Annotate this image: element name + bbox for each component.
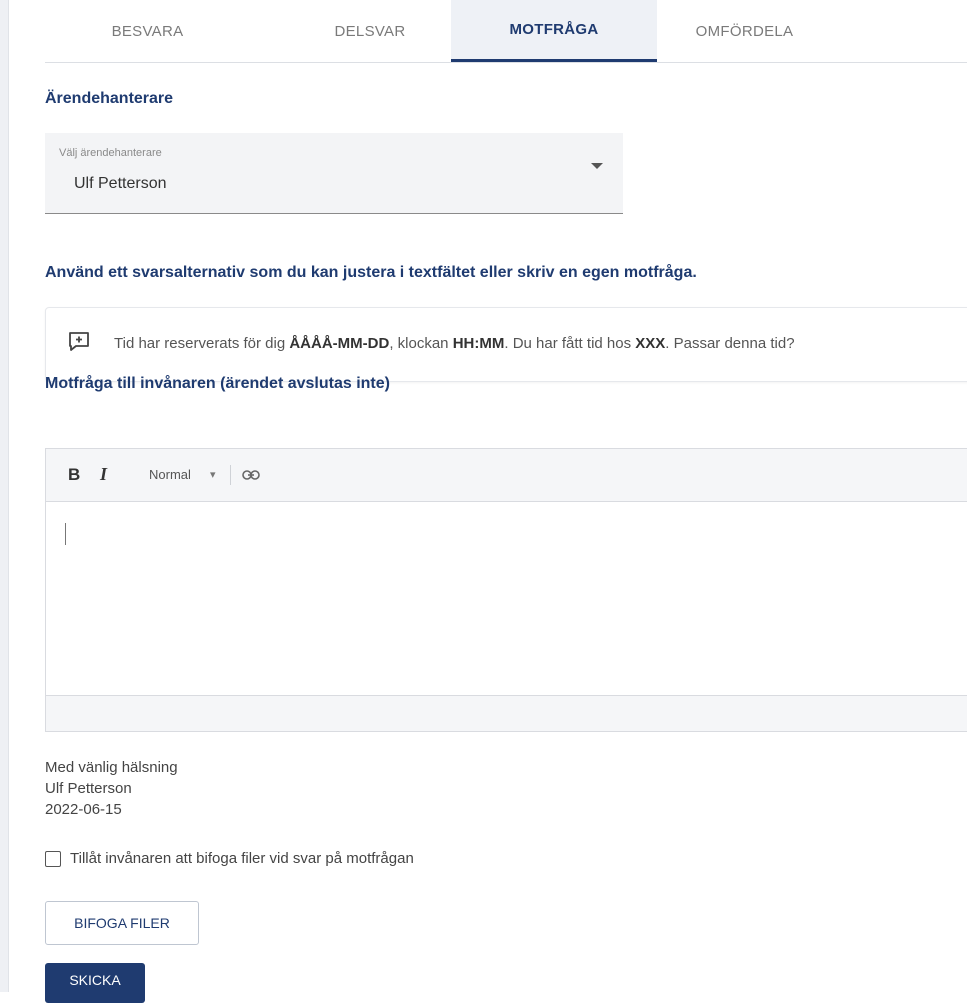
- caret-down-icon: ▾: [210, 469, 216, 481]
- signature: Med vänlig hälsning Ulf Petterson 2022-0…: [45, 757, 178, 820]
- tab-omfordela[interactable]: OMFÖRDELA: [657, 0, 832, 62]
- editor-footer: [46, 695, 967, 731]
- italic-button[interactable]: I: [100, 464, 107, 485]
- text-cursor: [65, 523, 66, 545]
- bold-button[interactable]: B: [68, 465, 80, 485]
- handler-select-value: Ulf Petterson: [74, 175, 167, 192]
- text-style-dropdown[interactable]: Normal: [149, 467, 191, 482]
- tab-besvara[interactable]: BESVARA: [45, 0, 250, 62]
- suggestion-text: Tid har reserverats för dig ÅÅÅÅ-MM-DD, …: [114, 335, 795, 352]
- add-comment-icon: [69, 332, 89, 351]
- handler-select[interactable]: Välj ärendehanterare Ulf Petterson: [45, 133, 623, 214]
- allow-attachments-label: Tillåt invånaren att bifoga filer vid sv…: [70, 850, 414, 867]
- caret-down-icon: [591, 163, 603, 169]
- toolbar-divider: [230, 465, 231, 485]
- signature-date: 2022-06-15: [45, 801, 122, 818]
- instruction-heading: Använd ett svarsalternativ som du kan ju…: [45, 264, 697, 281]
- tab-motfraga[interactable]: MOTFRÅGA: [451, 0, 657, 62]
- signature-name: Ulf Petterson: [45, 780, 132, 797]
- handler-heading: Ärendehanterare: [45, 90, 174, 107]
- left-rail: [0, 0, 9, 992]
- allow-attachments-row[interactable]: Tillåt invånaren att bifoga filer vid sv…: [45, 850, 414, 867]
- motfraga-heading: Motfråga till invånaren (ärendet avsluta…: [45, 375, 390, 392]
- attach-files-button[interactable]: BIFOGA FILER: [45, 901, 199, 945]
- motfraga-text-area[interactable]: [46, 502, 967, 695]
- signature-greeting: Med vänlig hälsning: [45, 759, 178, 776]
- rich-text-editor: B I Normal ▾: [45, 448, 967, 732]
- editor-toolbar: B I Normal ▾: [46, 449, 967, 502]
- tab-delsvar[interactable]: DELSVAR: [290, 0, 450, 62]
- send-button[interactable]: SKICKA: [45, 963, 145, 1003]
- suggestion-card[interactable]: Tid har reserverats för dig ÅÅÅÅ-MM-DD, …: [45, 307, 967, 382]
- link-icon[interactable]: [242, 469, 260, 481]
- tab-bar: BESVARA DELSVAR MOTFRÅGA OMFÖRDELA: [45, 0, 967, 63]
- handler-select-label: Välj ärendehanterare: [59, 147, 162, 159]
- allow-attachments-checkbox[interactable]: [45, 850, 61, 867]
